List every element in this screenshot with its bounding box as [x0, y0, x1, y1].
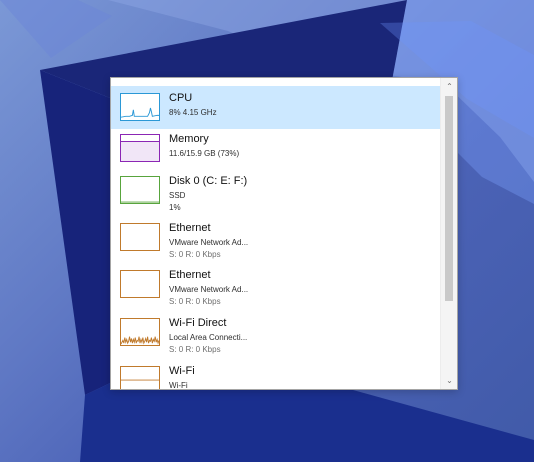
- list-item-wifi[interactable]: Wi-Fi Wi-Fi: [111, 359, 442, 389]
- wifi-graph-icon: [120, 366, 160, 389]
- disk-graph-icon: [120, 176, 160, 204]
- chevron-up-icon[interactable]: ⌃: [441, 78, 457, 95]
- performance-list: CPU 8% 4.15 GHz Memory 11.6/15.9 GB (73%…: [111, 78, 442, 389]
- list-item-cpu[interactable]: CPU 8% 4.15 GHz: [111, 86, 442, 129]
- performance-sidebar-panel: CPU 8% 4.15 GHz Memory 11.6/15.9 GB (73%…: [110, 77, 458, 390]
- disk-type-text: SSD: [169, 191, 186, 200]
- ethernet-adapter-text-2: VMware Network Ad...: [169, 285, 249, 294]
- list-item-memory[interactable]: Memory 11.6/15.9 GB (73%): [111, 127, 442, 170]
- disk-usage-text: 1%: [169, 203, 181, 212]
- list-item-ethernet-2[interactable]: Ethernet VMware Network Ad... S: 0 R: 0 …: [111, 263, 442, 306]
- memory-title: Memory: [169, 133, 209, 145]
- memory-graph-icon: [120, 134, 160, 162]
- list-item-disk-0[interactable]: Disk 0 (C: E: F:) SSD 1%: [111, 169, 442, 212]
- disk-title: Disk 0 (C: E: F:): [169, 175, 248, 187]
- wifi-direct-title: Wi-Fi Direct: [169, 317, 227, 329]
- list-item-wifi-direct[interactable]: Wi-Fi Direct Local Area Connecti... S: 0…: [111, 311, 442, 354]
- cpu-graph-icon: [120, 93, 160, 121]
- wifi-direct-speed-text: S: 0 R: 0 Kbps: [169, 345, 221, 354]
- ethernet-title-2: Ethernet: [169, 269, 211, 281]
- desktop-background: CPU 8% 4.15 GHz Memory 11.6/15.9 GB (73%…: [0, 0, 534, 462]
- vertical-scrollbar[interactable]: ⌃ ⌄: [440, 78, 457, 389]
- list-item-ethernet-1[interactable]: Ethernet VMware Network Ad... S: 0 R: 0 …: [111, 216, 442, 259]
- cpu-title: CPU: [169, 92, 193, 104]
- wifi-title: Wi-Fi: [169, 365, 195, 377]
- memory-usage-text: 11.6/15.9 GB (73%): [169, 149, 240, 158]
- wifi-direct-adapter-text: Local Area Connecti...: [169, 333, 248, 342]
- chevron-down-icon[interactable]: ⌄: [441, 372, 457, 389]
- wifi-adapter-text: Wi-Fi: [169, 381, 188, 389]
- ethernet-graph-icon: [120, 270, 160, 298]
- ethernet-adapter-text-1: VMware Network Ad...: [169, 238, 249, 247]
- ethernet-speed-text-2: S: 0 R: 0 Kbps: [169, 297, 221, 306]
- wifi-direct-graph-icon: [120, 318, 160, 346]
- ethernet-graph-icon: [120, 223, 160, 251]
- ethernet-title-1: Ethernet: [169, 222, 211, 234]
- scrollbar-thumb[interactable]: [445, 96, 453, 301]
- ethernet-speed-text-1: S: 0 R: 0 Kbps: [169, 250, 221, 259]
- cpu-usage-text: 8% 4.15 GHz: [169, 108, 217, 117]
